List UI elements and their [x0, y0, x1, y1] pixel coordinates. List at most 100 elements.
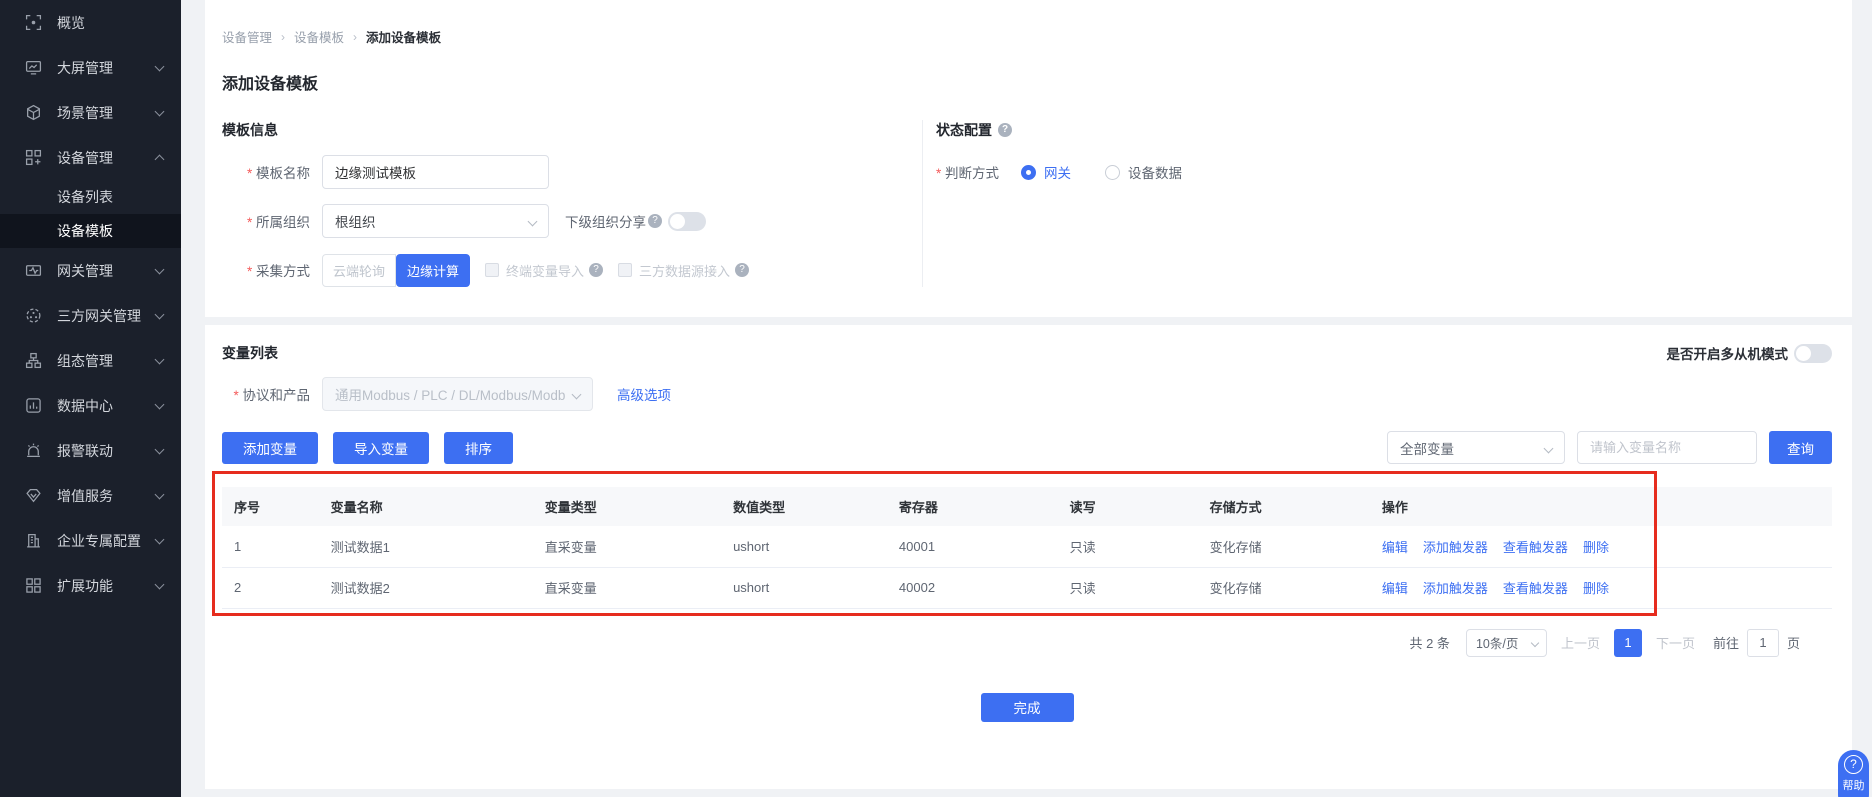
collect-mode-label: 采集方式	[222, 260, 310, 280]
sidebar-item-third-party-gateway[interactable]: 三方网关管理	[0, 293, 181, 338]
org-row: 所属组织 根组织 下级组织分享	[222, 204, 922, 238]
help-question-icon[interactable]	[735, 263, 749, 277]
chevron-down-icon	[155, 309, 165, 319]
sidebar-item-big-screen[interactable]: 大屏管理	[0, 45, 181, 90]
pagination: 共 2 条 10条/页 上一页 1 下一页 前往 页	[222, 629, 1800, 657]
sidebar-subitem-device-template[interactable]: 设备模板	[0, 214, 181, 248]
edge-compute-option[interactable]: 边缘计算	[396, 254, 470, 287]
variable-list-section-title: 变量列表	[222, 343, 278, 363]
add-trigger-link[interactable]: 添加触发器	[1423, 537, 1488, 556]
template-name-input[interactable]	[322, 155, 549, 189]
help-question-icon[interactable]	[648, 214, 662, 228]
sidebar-item-alarm[interactable]: 报警联动	[0, 428, 181, 473]
chevron-down-icon	[572, 390, 582, 400]
edit-link[interactable]: 编辑	[1382, 537, 1408, 556]
multi-slave-toggle[interactable]	[1794, 344, 1832, 363]
big-screen-icon	[25, 59, 42, 76]
column-header-index: 序号	[222, 487, 319, 526]
sidebar-subitem-device-list[interactable]: 设备列表	[0, 180, 181, 214]
column-header-data-type: 数值类型	[721, 487, 887, 526]
third-party-source-checkbox[interactable]	[618, 263, 632, 277]
view-trigger-link[interactable]: 查看触发器	[1503, 537, 1568, 556]
multi-slave-label: 是否开启多从机模式	[1667, 343, 1789, 363]
variable-filter-select[interactable]: 全部变量	[1387, 431, 1565, 464]
radio-device-data-option[interactable]: 设备数据	[1105, 162, 1182, 182]
edit-link[interactable]: 编辑	[1382, 578, 1408, 597]
import-variable-button[interactable]: 导入变量	[333, 432, 429, 464]
page-jump-prefix: 前往	[1713, 633, 1739, 652]
cell-var-type: 直采变量	[533, 526, 721, 567]
template-form: 模板信息 模板名称 所属组织 根组织 下级组织分享	[222, 120, 1832, 287]
page-jump-control: 前往 页	[1713, 629, 1800, 657]
variable-action-buttons: 添加变量 导入变量 排序	[222, 432, 513, 464]
radio-gateway-option[interactable]: 网关	[1021, 162, 1071, 182]
sidebar-item-data-center[interactable]: 数据中心	[0, 383, 181, 428]
variable-search-group: 全部变量 查询	[1387, 431, 1832, 464]
current-page-button[interactable]: 1	[1614, 629, 1642, 657]
page-title: 添加设备模板	[222, 70, 1832, 94]
variable-search-input[interactable]	[1577, 431, 1757, 464]
help-question-icon[interactable]	[998, 123, 1012, 137]
column-header-name: 变量名称	[319, 487, 533, 526]
sidebar-item-gateway[interactable]: 网关管理	[0, 248, 181, 293]
delete-link[interactable]: 删除	[1583, 537, 1609, 556]
chevron-down-icon	[155, 534, 165, 544]
third-party-source-checkbox-group: 三方数据源接入	[618, 261, 749, 280]
template-info-card: 设备管理 设备模板 添加设备模板 添加设备模板 模板信息 模板名称 所属组织	[205, 0, 1852, 317]
multi-slave-control: 是否开启多从机模式	[1667, 343, 1833, 363]
judge-mode-row: 判断方式 网关 设备数据	[936, 155, 1832, 189]
breadcrumb-device-management[interactable]: 设备管理	[222, 27, 272, 46]
sidebar-item-device[interactable]: 设备管理	[0, 135, 181, 180]
pagination-total: 共 2 条	[1409, 633, 1449, 652]
org-select[interactable]: 根组织	[322, 204, 549, 238]
share-toggle[interactable]	[668, 212, 706, 231]
help-widget[interactable]: 帮助	[1838, 750, 1869, 797]
chevron-down-icon	[1544, 444, 1554, 454]
cell-data-type: ushort	[721, 526, 887, 567]
table-header-row: 序号 变量名称 变量类型 数值类型 寄存器 读写 存储方式 操作	[222, 487, 1832, 526]
sidebar-item-overview[interactable]: 概览	[0, 0, 181, 45]
sidebar-item-configuration[interactable]: 组态管理	[0, 338, 181, 383]
table-row: 1 测试数据1 直采变量 ushort 40001 只读 变化存储 编辑 添加触…	[222, 526, 1832, 567]
radio-selected-icon[interactable]	[1021, 165, 1036, 180]
sidebar-item-label: 数据中心	[57, 396, 156, 416]
sidebar-item-label: 报警联动	[57, 441, 156, 461]
view-trigger-link[interactable]: 查看触发器	[1503, 578, 1568, 597]
radio-unselected-icon[interactable]	[1105, 165, 1120, 180]
sidebar-item-value-added[interactable]: 增值服务	[0, 473, 181, 518]
cell-name: 测试数据1	[319, 526, 533, 567]
chevron-down-icon	[1531, 638, 1539, 646]
sidebar-item-label: 组态管理	[57, 351, 156, 371]
prev-page-button[interactable]: 上一页	[1561, 633, 1600, 652]
chevron-down-icon	[155, 106, 165, 116]
breadcrumb-current: 添加设备模板	[366, 27, 441, 46]
add-variable-button[interactable]: 添加变量	[222, 432, 318, 464]
protocol-row: 协议和产品 通用Modbus / PLC / DL/Modbus/Modbus …	[222, 377, 1832, 411]
advanced-options-link[interactable]: 高级选项	[617, 384, 671, 404]
finish-button[interactable]: 完成	[981, 693, 1074, 722]
delete-link[interactable]: 删除	[1583, 578, 1609, 597]
protocol-select-value: 通用Modbus / PLC / DL/Modbus/Modbus RTU	[335, 384, 566, 404]
add-trigger-link[interactable]: 添加触发器	[1423, 578, 1488, 597]
org-label: 所属组织	[222, 211, 310, 231]
chevron-down-icon	[155, 264, 165, 274]
template-name-row: 模板名称	[222, 155, 922, 189]
sidebar-item-scene[interactable]: 场景管理	[0, 90, 181, 135]
sidebar-item-enterprise[interactable]: 企业专属配置	[0, 518, 181, 563]
help-question-icon[interactable]	[589, 263, 603, 277]
cell-rw: 只读	[1058, 526, 1198, 567]
query-button[interactable]: 查询	[1769, 431, 1832, 464]
page-size-select[interactable]: 10条/页	[1466, 629, 1547, 657]
cell-name: 测试数据2	[319, 567, 533, 608]
sidebar-item-extension[interactable]: 扩展功能	[0, 563, 181, 608]
page-jump-input[interactable]	[1747, 629, 1779, 657]
sidebar-item-label: 场景管理	[57, 103, 156, 123]
template-info-section-title: 模板信息	[222, 120, 922, 140]
breadcrumb-device-template[interactable]: 设备模板	[294, 27, 344, 46]
cloud-poll-option[interactable]: 云端轮询	[322, 254, 396, 287]
radio-gateway-label: 网关	[1044, 162, 1071, 182]
next-page-button[interactable]: 下一页	[1656, 633, 1695, 652]
sort-button[interactable]: 排序	[444, 432, 513, 464]
table-row: 2 测试数据2 直采变量 ushort 40002 只读 变化存储 编辑 添加触…	[222, 567, 1832, 608]
terminal-import-checkbox[interactable]	[485, 263, 499, 277]
